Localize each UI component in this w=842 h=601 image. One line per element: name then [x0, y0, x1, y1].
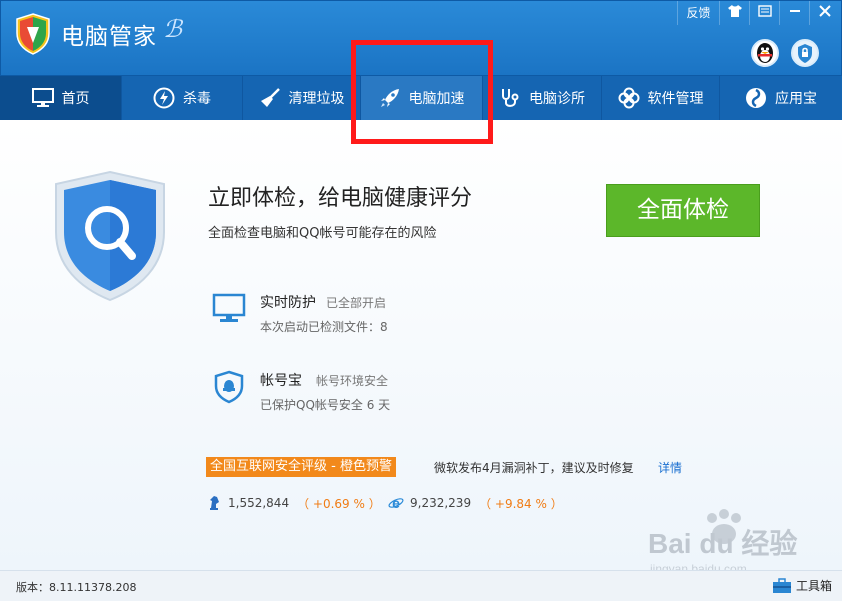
stat-item: 1,552,844 （ +0.69 % ）: [206, 494, 381, 512]
stat-change: （ +0.69 % ）: [297, 496, 381, 511]
feedback-button[interactable]: 反馈: [677, 1, 719, 25]
status-bar: 版本：8.11.11378.208 工具箱: [0, 570, 842, 601]
full-scan-button[interactable]: 全面体检: [606, 184, 760, 237]
close-icon[interactable]: [809, 1, 839, 25]
lightning-icon: [153, 87, 175, 109]
signature-swirl-icon: ℬ: [163, 15, 182, 43]
stat-value: 9,232,239: [410, 496, 472, 510]
toolbox-button[interactable]: 工具箱: [772, 577, 832, 594]
menu-icon[interactable]: [749, 1, 779, 25]
security-alert-badge[interactable]: 全国互联网安全评级 - 橙色预警: [206, 457, 396, 477]
nav-item-home[interactable]: 首页: [0, 76, 122, 120]
qq-shield-icon: [214, 370, 244, 404]
minimize-icon[interactable]: [779, 1, 809, 25]
home-panel: 立即体检，给电脑健康评分 全面检查电脑和QQ帐号可能存在的风险 全面体检 实时防…: [0, 120, 842, 570]
account-title: 帐号宝: [260, 373, 302, 389]
clover-icon: [618, 87, 640, 109]
version-text: 版本：8.11.11378.208: [16, 581, 137, 594]
stat-value: 1,552,844: [228, 496, 290, 510]
realtime-protection-status: 实时防护 已全部开启 本次启动已检测文件：8: [212, 292, 512, 340]
stethoscope-icon: [499, 87, 521, 109]
nav-item-label: 应用宝: [775, 91, 817, 107]
account-state: 帐号环境安全: [316, 374, 389, 388]
alert-details-link[interactable]: 详情: [658, 459, 682, 476]
nav-item-label: 首页: [61, 91, 90, 107]
watermark-brand: Bai du 经验: [648, 528, 798, 559]
protection-title: 实时防护: [260, 295, 316, 311]
nav-item-app-store[interactable]: 应用宝: [720, 76, 842, 120]
nav-item-cleanup[interactable]: 清理垃圾: [243, 76, 361, 120]
svg-text:e: e: [392, 495, 400, 511]
stat-item: e 9,232,239 （ +9.84 % ）: [388, 494, 563, 512]
app-store-icon: [745, 87, 767, 109]
alert-message: 微软发布4月漏洞补丁，建议及时修复: [434, 461, 634, 475]
toolbox-label: 工具箱: [796, 579, 833, 593]
shirt-icon[interactable]: [719, 1, 749, 25]
page-subtitle: 全面检查电脑和QQ帐号可能存在的风险: [208, 226, 437, 241]
nav-item-clinic[interactable]: 电脑诊所: [483, 76, 602, 120]
highlight-annotation: [351, 40, 493, 144]
nav-item-label: 软件管理: [647, 91, 704, 107]
toolbox-icon: [773, 577, 791, 593]
monitor-icon: [212, 293, 246, 322]
qq-penguin-icon[interactable]: [751, 39, 779, 67]
ie-icon: e: [388, 495, 404, 511]
account-lock-icon[interactable]: [791, 39, 819, 67]
security-shield-icon: [55, 170, 165, 302]
stat-change: （ +9.84 % ）: [479, 496, 563, 511]
app-title: 电脑管家: [61, 24, 157, 50]
protection-state: 已全部开启: [326, 296, 387, 310]
account-detail: 已保护QQ帐号安全 6 天: [260, 398, 391, 412]
nav-item-label: 杀毒: [183, 91, 211, 107]
monitor-icon: [31, 87, 54, 109]
shield-logo-icon: [16, 13, 50, 55]
broom-icon: [259, 87, 281, 109]
nav-item-software[interactable]: 软件管理: [602, 76, 720, 120]
page-title: 立即体检，给电脑健康评分: [208, 186, 473, 211]
chess-knight-icon: [210, 496, 219, 510]
window-controls: 反馈: [677, 1, 839, 25]
protection-detail: 本次启动已检测文件：8: [260, 320, 388, 334]
nav-item-antivirus[interactable]: 杀毒: [122, 76, 243, 120]
nav-item-label: 清理垃圾: [288, 91, 345, 107]
nav-item-label: 电脑诊所: [529, 91, 585, 107]
account-protection-status: 帐号宝 帐号环境安全 已保护QQ帐号安全 6 天: [212, 370, 512, 418]
